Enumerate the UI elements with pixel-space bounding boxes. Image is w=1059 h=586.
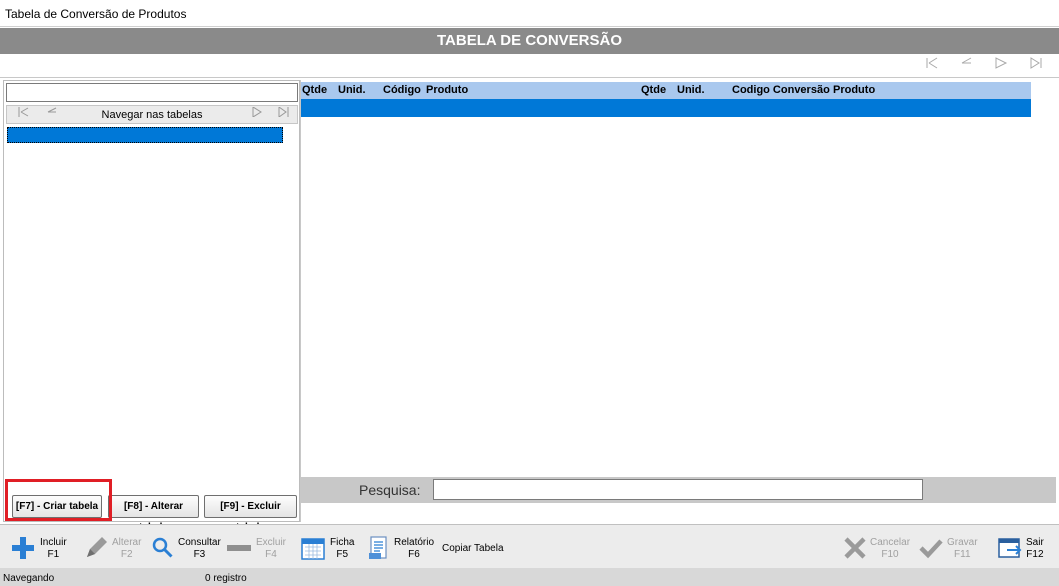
calendar-icon	[301, 538, 325, 560]
consultar-key: F3	[193, 549, 206, 560]
next-table-icon[interactable]	[246, 106, 268, 123]
excluir-button[interactable]: Excluir F4	[226, 531, 286, 565]
main-toolbar: Incluir F1 Alterar F2 Consultar F3 Excluir F…	[0, 524, 1059, 568]
selected-table-row[interactable]	[7, 127, 283, 143]
excluir-key: F4	[265, 549, 277, 560]
search-input[interactable]	[433, 479, 923, 500]
last-record-icon[interactable]	[1026, 57, 1046, 75]
alterar-label: Alterar	[112, 537, 142, 548]
copiar-tabela-label: Copiar Tabela	[442, 543, 504, 554]
col-produto-conv[interactable]: Produto	[833, 84, 875, 96]
highlight-box	[5, 479, 112, 521]
minus-icon	[227, 545, 251, 551]
window-titlebar: Tabela de Conversão de Produtos	[0, 0, 1059, 27]
incluir-label: Incluir	[40, 537, 67, 548]
consultar-label: Consultar	[178, 537, 221, 548]
col-unid[interactable]: Unid.	[338, 84, 366, 96]
selected-grid-row[interactable]	[301, 99, 1031, 117]
first-table-icon[interactable]	[13, 106, 35, 123]
sair-button[interactable]: Sair F12	[997, 531, 1047, 565]
col-unid-conv[interactable]: Unid.	[677, 84, 705, 96]
status-record-count: 0 registro	[205, 573, 247, 584]
navigate-tables-label: Navegar nas tabelas	[101, 109, 203, 121]
col-qtde[interactable]: Qtde	[302, 84, 327, 96]
cancelar-key: F10	[881, 549, 899, 560]
next-record-icon[interactable]	[991, 57, 1011, 75]
delete-table-button[interactable]: [F9] - Excluir tabela	[204, 495, 297, 533]
consultar-button[interactable]: Consultar F3	[150, 531, 221, 565]
sair-key: F12	[1026, 549, 1044, 560]
col-codigo-conversao[interactable]: Codigo Conversão	[732, 84, 830, 96]
close-icon	[844, 537, 866, 559]
search-icon	[152, 537, 173, 558]
cancelar-button[interactable]: Cancelar F10	[842, 531, 912, 565]
grid-header: Qtde Unid. Código Produto Qtde Unid. Cod…	[301, 82, 1031, 99]
edit-table-button[interactable]: [F8] - Alterar tabela	[108, 495, 199, 533]
gravar-button[interactable]: Gravar F11	[918, 531, 980, 565]
excluir-label: Excluir	[256, 537, 287, 548]
tables-panel: Navegar nas tabelas [F7] - Criar tabela …	[3, 80, 300, 533]
conversion-grid-panel: Qtde Unid. Código Produto Qtde Unid. Cod…	[300, 80, 1056, 522]
report-icon	[369, 536, 387, 559]
alterar-key: F2	[120, 549, 133, 560]
col-codigo[interactable]: Código	[383, 84, 421, 96]
ficha-key: F5	[336, 549, 349, 560]
sair-label: Sair	[1026, 537, 1044, 548]
tables-navigator: Navegar nas tabelas	[6, 105, 298, 124]
ficha-label: Ficha	[330, 537, 355, 548]
check-icon	[919, 539, 943, 559]
alterar-button[interactable]: Alterar F2	[83, 531, 143, 565]
status-mode: Navegando	[3, 573, 55, 584]
relatorio-button[interactable]: Relatório F6	[366, 531, 436, 565]
col-qtde-conv[interactable]: Qtde	[641, 84, 666, 96]
table-search-input[interactable]	[6, 83, 298, 102]
incluir-button[interactable]: Incluir F1	[10, 531, 70, 565]
relatorio-key: F6	[408, 549, 420, 560]
gravar-key: F11	[954, 549, 971, 560]
relatorio-label: Relatório	[394, 537, 435, 548]
gravar-label: Gravar	[947, 537, 978, 548]
page-title: TABELA DE CONVERSÃO	[0, 28, 1059, 54]
exit-icon	[998, 538, 1022, 558]
search-bar: Pesquisa:	[301, 477, 1056, 503]
cancelar-label: Cancelar	[870, 537, 911, 548]
window-title: Tabela de Conversão de Produtos	[5, 7, 187, 21]
pencil-icon	[87, 537, 107, 557]
first-record-icon[interactable]	[922, 57, 942, 75]
copiar-tabela-button[interactable]: Copiar Tabela	[440, 531, 504, 565]
last-table-icon[interactable]	[273, 106, 295, 123]
incluir-key: F1	[47, 549, 60, 560]
record-navigator	[0, 54, 1059, 78]
search-label: Pesquisa:	[359, 482, 421, 498]
prev-table-icon[interactable]	[41, 106, 63, 123]
status-bar: Navegando 0 registro	[0, 568, 1059, 586]
col-produto[interactable]: Produto	[426, 84, 468, 96]
prev-record-icon[interactable]	[956, 57, 976, 75]
ficha-button[interactable]: Ficha F5	[300, 531, 356, 565]
plus-icon	[12, 537, 34, 559]
